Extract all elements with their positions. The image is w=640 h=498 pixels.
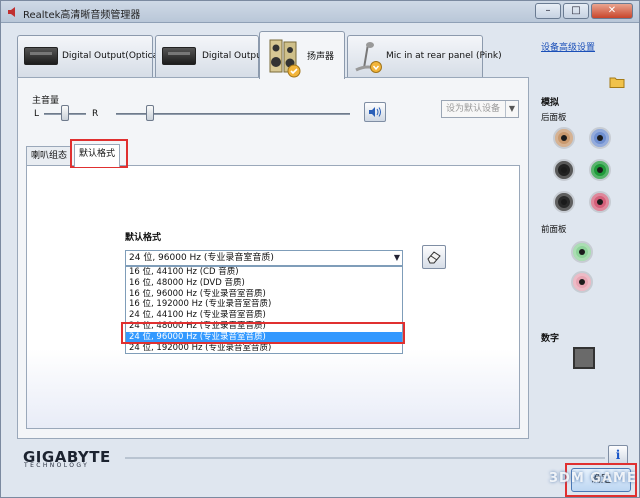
format-option[interactable]: 16 位, 44100 Hz (CD 音质) [126, 267, 402, 278]
gigabyte-logo-subtitle: TECHNOLOGY [24, 462, 90, 469]
tab-speaker-configuration[interactable]: 喇叭组态 [26, 146, 73, 166]
title-bar: Realtek高清晰音频管理器 – □ ✕ [1, 1, 639, 23]
digital-device-icon [162, 47, 196, 65]
front-audio-jack[interactable] [571, 271, 593, 293]
watermark: 3DM GAME [549, 471, 637, 486]
format-option[interactable]: 16 位, 96000 Hz (专业录音室音质) [126, 289, 402, 300]
speaker-app-icon [8, 7, 15, 17]
volume-slider-thumb[interactable] [146, 105, 154, 121]
format-options-list: 16 位, 44100 Hz (CD 音质) 16 位, 48000 Hz (DV… [125, 266, 403, 354]
rear-audio-jack[interactable] [589, 127, 611, 149]
window-title: Realtek高清晰音频管理器 [23, 10, 141, 21]
tab-speakers[interactable]: 扬声器 [259, 31, 345, 79]
mute-speaker-button[interactable] [364, 102, 386, 122]
tab-label: Mic in at rear panel (Pink) [386, 51, 502, 61]
tab-mic-rear-pink[interactable]: Mic in at rear panel (Pink) [347, 35, 502, 77]
folder-icon[interactable] [609, 75, 625, 88]
speaker-tower-icon [269, 39, 301, 78]
tab-label: Digital Output(Optical) [62, 51, 165, 61]
front-panel-label: 前面板 [541, 225, 567, 235]
digital-device-icon [24, 47, 58, 65]
minimize-button[interactable]: – [535, 3, 561, 19]
reset-format-button[interactable] [422, 245, 446, 269]
chevron-down-icon: ▼ [505, 101, 518, 117]
tab-label: 默认格式 [79, 149, 116, 159]
maximize-button[interactable]: □ [563, 3, 589, 19]
digital-section-title: 数字 [541, 334, 560, 344]
tab-label: Digital Output [202, 51, 266, 61]
tab-digital-output[interactable]: Digital Output [155, 35, 265, 77]
microphone-icon [355, 42, 382, 73]
rear-audio-jack[interactable] [553, 127, 575, 149]
tab-label: 扬声器 [307, 52, 335, 62]
rear-audio-jack[interactable] [589, 191, 611, 213]
tab-label: 喇叭组态 [31, 151, 68, 161]
format-option[interactable]: 24 位, 44100 Hz (专业录音室音质) [126, 310, 402, 321]
tab-default-format[interactable]: 默认格式 [74, 144, 121, 167]
analog-section-title: 模拟 [541, 98, 560, 108]
close-button[interactable]: ✕ [591, 3, 633, 19]
default-format-label: 默认格式 [125, 233, 162, 243]
rear-audio-jack[interactable] [553, 159, 575, 181]
selected-format-value: 24 位, 96000 Hz (专业录音室音质) [129, 253, 274, 263]
default-format-select[interactable]: 24 位, 96000 Hz (专业录音室音质) ▼ [125, 250, 403, 266]
divider [125, 457, 605, 459]
format-option[interactable]: 24 位, 96000 Hz (专业录音室音质) [126, 331, 402, 343]
rear-audio-jack[interactable] [589, 159, 611, 181]
format-option[interactable]: 24 位, 48000 Hz (专业录音室音质) [126, 321, 402, 332]
balance-slider-thumb[interactable] [61, 105, 69, 121]
balance-left-label: L [34, 109, 40, 119]
footer: GIGABYTE TECHNOLOGY i 确定 3DM GAME [1, 441, 639, 497]
format-option[interactable]: 16 位, 192000 Hz (专业录音室音质) [126, 299, 402, 310]
speaker-volume-icon [369, 107, 381, 117]
eraser-icon [427, 251, 441, 264]
digital-output-icon[interactable] [573, 347, 595, 369]
audio-manager-window: Realtek高清晰音频管理器 – □ ✕ Digital Output(Opt… [0, 0, 640, 498]
jack-side-panel: 设备高级设置 模拟 后面板 前面板 数字 [533, 29, 637, 439]
rear-panel-label: 后面板 [541, 113, 567, 123]
balance-right-label: R [92, 109, 99, 119]
info-button[interactable]: i [608, 445, 628, 465]
speaker-settings-panel: 主音量 L R 设为默认设备 ▼ 喇叭组态 默认格式 默认格式 24 位, 96 [17, 77, 529, 439]
set-default-device-dropdown[interactable]: 设为默认设备 ▼ [441, 100, 519, 118]
advanced-device-settings-link[interactable]: 设备高级设置 [541, 40, 595, 53]
main-volume-label: 主音量 [32, 96, 60, 106]
format-option[interactable]: 16 位, 48000 Hz (DVD 音质) [126, 278, 402, 289]
front-audio-jack[interactable] [571, 241, 593, 263]
tab-digital-output-optical[interactable]: Digital Output(Optical) [17, 35, 164, 77]
set-default-device-label: 设为默认设备 [446, 104, 501, 114]
rear-audio-jack[interactable] [553, 191, 575, 213]
format-option[interactable]: 24 位, 192000 Hz (专业录音室音质) [126, 343, 402, 354]
chevron-down-icon: ▼ [393, 253, 400, 262]
